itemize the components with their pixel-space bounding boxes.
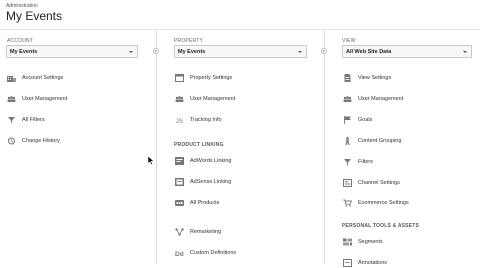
window-icon — [175, 74, 184, 82]
property-column: PROPERTY My Events Property Settings Use… — [158, 30, 316, 264]
all-products-label: All Products — [190, 199, 220, 206]
filter-icon — [8, 117, 15, 124]
svg-text:JS: JS — [176, 118, 184, 124]
change-history-link[interactable]: Change History — [0, 136, 140, 146]
cart-icon — [343, 199, 352, 207]
content-grouping-link[interactable]: Content Grouping — [336, 136, 476, 146]
account-all-filters-link[interactable]: All Filters — [0, 115, 140, 125]
property-selector[interactable]: My Events — [174, 45, 307, 58]
goals-label: Goals — [358, 116, 373, 123]
property-settings-link[interactable]: Property Settings — [168, 73, 308, 83]
custom-definitions-label: Custom Definitions — [190, 249, 237, 256]
column-divider — [324, 30, 325, 264]
users-icon — [175, 96, 184, 102]
page-header: Administration My Events — [0, 0, 480, 30]
custom-definitions-link[interactable]: Dd Custom Definitions — [168, 248, 308, 258]
property-user-management-label: User Management — [190, 95, 236, 102]
account-settings-label: Account Settings — [22, 74, 64, 81]
view-user-management-link[interactable]: User Management — [336, 94, 476, 104]
view-settings-link[interactable]: View Settings — [336, 73, 476, 83]
document-icon — [344, 74, 351, 82]
users-icon — [7, 96, 16, 102]
segments-label: Segments — [358, 238, 383, 245]
adsense-linking-label: AdSense Linking — [190, 178, 232, 185]
remarketing-label: Remarketing — [190, 228, 222, 235]
channel-settings-link[interactable]: Channel Settings — [336, 178, 476, 188]
remarketing-link[interactable]: Remarketing — [168, 227, 308, 237]
chevron-down-icon — [129, 51, 133, 53]
property-user-management-link[interactable]: User Management — [168, 94, 308, 104]
tracking-info-label: Tracking Info — [190, 116, 222, 123]
channel-icon — [343, 179, 352, 187]
account-user-management-link[interactable]: User Management — [0, 94, 140, 104]
page-title: My Events — [6, 9, 63, 23]
users-icon — [343, 96, 352, 102]
chevron-down-icon — [463, 51, 467, 53]
mouse-cursor-icon — [148, 156, 155, 165]
filters-label: Filters — [358, 158, 373, 165]
change-history-label: Change History — [22, 137, 60, 144]
adwords-linking-label: AdWords Linking — [190, 157, 232, 164]
flag-icon — [344, 116, 351, 124]
ecommerce-settings-link[interactable]: Ecommerce Settings — [336, 198, 476, 208]
product-linking-heading: PRODUCT LINKING — [174, 142, 224, 148]
segments-link[interactable]: Segments — [336, 237, 476, 247]
view-settings-label: View Settings — [358, 74, 392, 81]
account-selector-value: My Events — [10, 49, 38, 55]
adwords-linking-link[interactable]: AdWords Linking — [168, 156, 308, 166]
person-icon — [345, 137, 350, 145]
account-user-management-label: User Management — [22, 95, 68, 102]
building-icon — [7, 76, 16, 82]
view-filters-link[interactable]: Filters — [336, 157, 476, 167]
view-column: VIEW All Web Site Data View Settings Use… — [328, 30, 480, 267]
svg-text:Dd: Dd — [175, 251, 184, 257]
adsense-icon — [175, 178, 184, 186]
view-label: VIEW — [342, 38, 356, 44]
property-selector-value: My Events — [178, 49, 206, 55]
column-divider — [156, 30, 157, 264]
remarketing-icon — [175, 228, 184, 236]
products-icon — [175, 200, 184, 206]
adsense-linking-link[interactable]: AdSense Linking — [168, 177, 308, 187]
account-selector[interactable]: My Events — [6, 45, 138, 58]
account-label: ACCOUNT — [7, 38, 34, 44]
chevron-down-icon — [298, 51, 302, 53]
account-settings-link[interactable]: Account Settings — [0, 73, 140, 83]
account-column: ACCOUNT My Events Account Settings User … — [0, 30, 148, 264]
view-user-management-label: User Management — [358, 95, 404, 102]
history-icon — [7, 137, 15, 145]
all-products-link[interactable]: All Products — [168, 198, 308, 208]
arrow-right-icon — [321, 48, 327, 54]
adwords-icon — [175, 157, 184, 165]
ecommerce-settings-label: Ecommerce Settings — [358, 199, 409, 206]
dd-icon: Dd — [175, 251, 184, 257]
view-selector[interactable]: All Web Site Data — [342, 45, 472, 58]
annotations-link[interactable]: Annotations — [336, 258, 476, 268]
personal-tools-heading: PERSONAL TOOLS & ASSETS — [342, 223, 420, 229]
annotations-label: Annotations — [358, 259, 388, 266]
js-icon: JS — [176, 118, 184, 124]
tracking-info-link[interactable]: JS Tracking Info — [168, 115, 308, 125]
channel-settings-label: Channel Settings — [358, 179, 400, 186]
view-selector-value: All Web Site Data — [346, 49, 392, 55]
content-grouping-label: Content Grouping — [358, 137, 402, 144]
segments-icon — [343, 238, 352, 246]
filter-icon — [344, 159, 351, 166]
all-filters-label: All Filters — [22, 116, 45, 123]
goals-link[interactable]: Goals — [336, 115, 476, 125]
property-settings-label: Property Settings — [190, 74, 233, 81]
property-label: PROPERTY — [174, 38, 204, 44]
annotations-icon — [343, 259, 352, 267]
